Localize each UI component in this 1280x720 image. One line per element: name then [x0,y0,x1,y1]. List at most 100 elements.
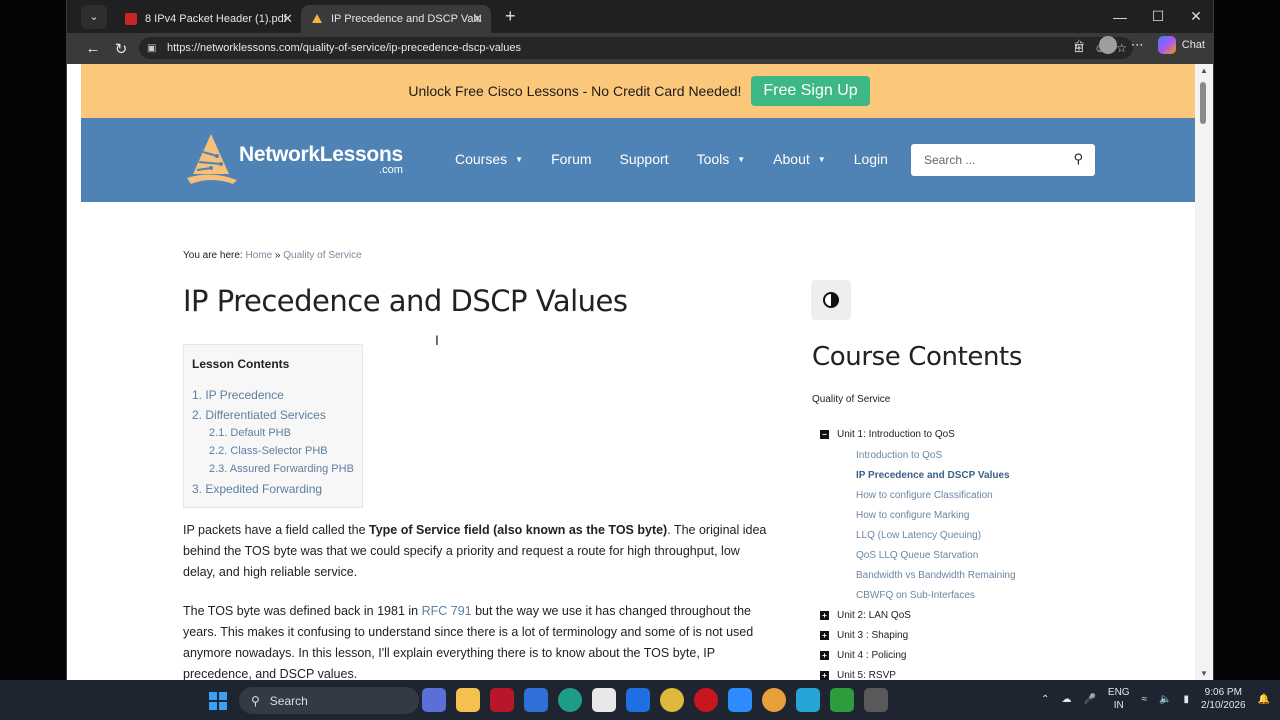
tab-pdf[interactable]: 8 IPv4 Packet Header (1).pdf ✕ [115,5,301,33]
lesson-link[interactable]: Introduction to QoS [856,450,942,461]
unit-label: Unit 4 : Policing [837,650,907,661]
networklessons-favicon-icon [312,14,322,23]
page-content: You are here: Home » Quality of Service … [81,202,1197,680]
pdf-icon [125,13,137,25]
promo-banner: Unlock Free Cisco Lessons - No Credit Ca… [81,64,1197,118]
battery-icon[interactable]: ▮ [1184,694,1190,705]
search-input[interactable] [924,153,1064,167]
onedrive-icon[interactable]: ☁ [1061,694,1071,705]
search-icon[interactable]: ⚲ [1073,151,1083,167]
lesson-link[interactable]: How to configure Marking [856,510,969,521]
rfc-link[interactable]: RFC 791 [422,604,472,618]
page-title: IP Precedence and DSCP Values [183,284,628,318]
reload-icon[interactable]: ↻ [107,40,135,58]
toc-link[interactable]: 2. Differentiated Services [192,408,326,422]
dropbox-icon[interactable] [626,688,650,712]
lesson-link[interactable]: How to configure Classification [856,490,993,501]
copilot-app-icon[interactable] [422,688,446,712]
windows-start-icon[interactable] [209,692,227,710]
volume-icon[interactable]: 🔈 [1159,694,1171,705]
clock[interactable]: 9:06 PM 2/10/2026 [1201,686,1246,712]
wifi-icon[interactable]: ≈ [1142,694,1148,705]
caret-down-icon: ▼ [737,154,746,164]
scroll-up-icon[interactable]: ▲ [1195,66,1213,75]
nav-support[interactable]: Support [620,151,669,167]
new-tab-icon[interactable]: + [505,6,516,27]
app-icon[interactable] [864,688,888,712]
xbox-icon[interactable] [830,688,854,712]
page-scrollbar[interactable]: ▲ ▼ [1195,64,1213,680]
maximize-icon[interactable]: ☐ [1139,8,1177,25]
address-bar[interactable]: ▣ https://networklessons.com/quality-of-… [139,37,1133,59]
more-menu-icon[interactable]: ⋯ [1131,37,1144,53]
nav-forum[interactable]: Forum [551,151,591,167]
logo-text: NetworkLessons .com [239,143,403,176]
mcafee-icon[interactable] [490,688,514,712]
solitaire-icon[interactable] [592,688,616,712]
lesson-contents-box: Lesson Contents 1. IP Precedence 2. Diff… [183,344,363,508]
toc-link[interactable]: 1. IP Precedence [192,388,284,402]
taskbar-search[interactable]: ⚲ Search [239,687,419,714]
minimize-icon[interactable]: — [1101,9,1139,25]
mic-icon[interactable]: 🎤 [1083,694,1095,705]
close-window-icon[interactable]: ✕ [1177,8,1213,25]
file-explorer-icon[interactable] [456,688,480,712]
lesson-link[interactable]: LLQ (Low Latency Queuing) [856,530,981,541]
tab-networklessons[interactable]: IP Precedence and DSCP Values ✕ [301,5,491,33]
breadcrumb-home-link[interactable]: Home [245,250,272,261]
lesson-link[interactable]: Bandwidth vs Bandwidth Remaining [856,570,1016,581]
tab-label: 8 IPv4 Packet Header (1).pdf [145,13,287,25]
breadcrumb-section-link[interactable]: Quality of Service [283,250,361,261]
unit-item-4[interactable]: + Unit 4 : Policing [820,650,906,661]
unit-item-5[interactable]: + Unit 5: RSVP [820,670,896,680]
breadcrumb: You are here: Home » Quality of Service [183,250,362,261]
free-signup-button[interactable]: Free Sign Up [751,76,870,106]
site-logo[interactable]: NetworkLessons .com [183,130,403,188]
unit-item-2[interactable]: + Unit 2: LAN QoS [820,610,911,621]
toc-link[interactable]: 2.2. Class-Selector PHB [209,445,328,457]
lesson-link-active[interactable]: IP Precedence and DSCP Values [856,470,1010,481]
site-info-icon[interactable]: ▣ [147,43,159,54]
unit-item-3[interactable]: + Unit 3 : Shaping [820,630,908,641]
nav-login[interactable]: Login [854,151,888,167]
close-icon[interactable]: ✕ [472,11,483,27]
notification-icon[interactable]: 🔔 [1258,694,1270,705]
lang-2: IN [1113,700,1124,711]
nav-courses[interactable]: Courses ▼ [455,151,523,167]
toc-link[interactable]: 2.1. Default PHB [209,427,291,439]
chrome-icon[interactable] [660,688,684,712]
notepad-icon[interactable] [796,688,820,712]
nav-tools[interactable]: Tools ▼ [697,151,746,167]
taskbar: ⚲ Search ⌃ ☁ 🎤 ENG IN ≈ 🔈 ▮ 9:06 PM 2/10… [0,680,1280,720]
scroll-down-icon[interactable]: ▼ [1195,669,1213,678]
logo-main: NetworkLessons [239,142,403,166]
window-controls: — ☐ ✕ [1101,0,1213,33]
profile-avatar[interactable] [1098,36,1117,54]
back-arrow-icon[interactable]: ← [79,40,107,57]
chrome-profile-icon[interactable] [762,688,786,712]
opera-icon[interactable] [694,688,718,712]
toc-link[interactable]: 3. Expedited Forwarding [192,482,322,496]
chevron-up-icon[interactable]: ⌃ [1041,694,1049,705]
expand-icon: + [820,671,829,680]
unit-item-1[interactable]: − Unit 1: Introduction to QoS [820,429,955,440]
language-indicator[interactable]: ENG IN [1108,686,1130,712]
favorites-icon[interactable]: ✩ [1074,37,1085,53]
toc-link[interactable]: 2.3. Assured Forwarding PHB [209,463,354,475]
zoom-icon[interactable] [728,688,752,712]
lesson-link[interactable]: CBWFQ on Sub-Interfaces [856,590,975,601]
lesson-link[interactable]: QoS LLQ Queue Starvation [856,550,978,561]
web-page: Unlock Free Cisco Lessons - No Credit Ca… [81,64,1197,680]
copilot-icon [1157,36,1176,54]
store-icon[interactable] [524,688,548,712]
unit-label: Unit 2: LAN QoS [837,610,911,621]
edge-icon[interactable] [558,688,582,712]
time: 9:06 PM [1204,687,1242,698]
close-icon[interactable]: ✕ [282,11,293,27]
browser-toolbar-right: ✩ ⋯ Chat [1074,36,1205,54]
contrast-toggle-button[interactable] [811,280,851,320]
nav-about[interactable]: About ▼ [773,151,826,167]
copilot-chat-button[interactable]: Chat [1157,36,1205,54]
tab-actions-button[interactable]: ⌄ [81,4,107,29]
scroll-thumb[interactable] [1200,82,1206,124]
